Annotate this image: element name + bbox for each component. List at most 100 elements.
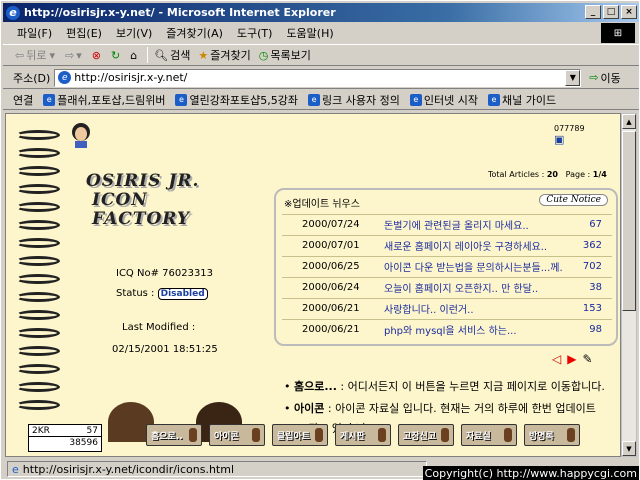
link-item[interactable]: e 링크 사용자 정의 bbox=[308, 92, 400, 108]
spiral-ring bbox=[16, 346, 60, 356]
favorites-button[interactable]: ★ 즐겨찾기 bbox=[198, 47, 250, 63]
character-icon bbox=[378, 428, 386, 442]
menu-view[interactable]: 보기(V) bbox=[116, 25, 152, 41]
search-button[interactable]: 🔍︎ 검색 bbox=[154, 47, 190, 63]
forward-arrow-icon: ⇨ bbox=[65, 48, 75, 62]
history-button[interactable]: ◷ 목록보기 bbox=[259, 47, 311, 63]
go-button[interactable]: ⇨ 이동 bbox=[589, 70, 620, 86]
spiral-ring bbox=[16, 166, 60, 176]
character-icon bbox=[252, 428, 260, 442]
nav-buttons: 홈으로.. 아이콘 클립아트 게시판 고장신고 자료실 방명록 bbox=[146, 424, 587, 446]
link-page-icon: e bbox=[487, 93, 500, 106]
prev-page-icon[interactable]: ◁ bbox=[552, 352, 561, 366]
minimize-button[interactable]: _ bbox=[585, 5, 601, 19]
links-label: 연결 bbox=[13, 93, 34, 107]
scroll-down-button[interactable]: ▼ bbox=[622, 441, 636, 456]
nav-archive-button[interactable]: 자료실 bbox=[461, 424, 517, 446]
news-title-link[interactable]: 오늘이 홈페이지 오픈한지.. 만 한달.. bbox=[384, 280, 572, 295]
address-dropdown-button[interactable]: ▼ bbox=[565, 69, 581, 86]
page-icon: e bbox=[12, 462, 19, 476]
spiral-ring bbox=[16, 256, 60, 266]
nav-guestbook-button[interactable]: 방명록 bbox=[524, 424, 580, 446]
document-icon: ▣ bbox=[554, 133, 565, 146]
home-button[interactable]: ⌂ bbox=[130, 49, 139, 62]
nav-icon-button[interactable]: 아이콘 bbox=[209, 424, 265, 446]
character-icon bbox=[441, 428, 449, 442]
address-input[interactable]: e http://osirisjr.x-y.net/ ▼ bbox=[54, 68, 582, 87]
character-avatar-icon bbox=[72, 123, 90, 148]
spiral-ring bbox=[16, 364, 60, 374]
nav-report-button[interactable]: 고장신고 bbox=[398, 424, 454, 446]
scroll-up-button[interactable]: ▲ bbox=[622, 114, 636, 129]
character-icon bbox=[567, 428, 575, 442]
title-bar: e http://osirisjr.x-y.net/ - Microsoft I… bbox=[3, 3, 639, 22]
spiral-ring bbox=[16, 220, 60, 230]
news-row[interactable]: 2000/07/24 돈벌기에 관련된글 올리지 마세요.. 67 bbox=[282, 214, 612, 234]
toolbar-separator bbox=[147, 47, 149, 63]
spiral-ring bbox=[16, 238, 60, 248]
site-logo: OSIRIS JR. ICON FACTORY bbox=[86, 171, 200, 229]
article-summary: Total Articles : 20 Page : 1/4 bbox=[488, 170, 607, 179]
page-icon: e bbox=[58, 71, 72, 84]
menu-bar: 파일(F) 편집(E) 보기(V) 즐겨찾기(A) 도구(T) 도움말(H) bbox=[3, 23, 639, 43]
history-icon: ◷ bbox=[258, 48, 269, 62]
spiral-ring bbox=[16, 382, 60, 392]
back-button[interactable]: ⇦ 뒤로 ▾ bbox=[15, 47, 57, 63]
link-item[interactable]: e 인터넷 시작 bbox=[409, 92, 478, 108]
favorites-icon: ★ bbox=[198, 48, 209, 62]
news-title-link[interactable]: php와 mysql을 서비스 하는... bbox=[384, 322, 572, 337]
link-item[interactable]: e 열린강좌포토샵5,5강좌 bbox=[175, 92, 298, 108]
address-url: http://osirisjr.x-y.net/ bbox=[74, 71, 188, 84]
status-url: e http://osirisjr.x-y.net/icondir/icons.… bbox=[7, 461, 427, 477]
menu-file[interactable]: 파일(F) bbox=[17, 25, 52, 41]
links-bar: 연결 e 플래쉬,포토샵,드림위버 e 열린강좌포토샵5,5강좌 e 링크 사용자 정… bbox=[3, 90, 639, 110]
menu-edit[interactable]: 편집(E) bbox=[66, 25, 102, 41]
status-line: Status : Disabled bbox=[116, 288, 208, 300]
vertical-scrollbar[interactable]: ▲ ▼ bbox=[621, 113, 637, 457]
home-icon: ⌂ bbox=[130, 48, 138, 62]
menu-favorites[interactable]: 즐겨찾기(A) bbox=[166, 25, 223, 41]
news-row[interactable]: 2000/07/01 새로운 홈페이지 레이아웃 구경하세요.. 362 bbox=[282, 235, 612, 255]
maximize-button[interactable]: □ bbox=[603, 5, 619, 19]
write-icon[interactable]: ✎ bbox=[582, 352, 592, 366]
link-item[interactable]: e 플래쉬,포토샵,드림위버 bbox=[43, 92, 165, 108]
refresh-icon: ↻ bbox=[110, 48, 121, 62]
forward-button[interactable]: ⇨ ▾ bbox=[65, 49, 84, 62]
stop-icon: ⊗ bbox=[91, 48, 101, 62]
news-row[interactable]: 2000/06/24 오늘이 홈페이지 오픈한지.. 만 한달.. 38 bbox=[282, 277, 612, 297]
back-arrow-icon: ⇦ bbox=[15, 48, 25, 62]
link-page-icon: e bbox=[308, 93, 321, 106]
toolbar: ⇦ 뒤로 ▾ ⇨ ▾ ⊗ ↻ ⌂ 🔍︎ 검색 ★ 즐겨찾기 ◷ 목록보기 bbox=[3, 44, 639, 66]
hit-counter: 2KR 57 38596 bbox=[28, 424, 102, 452]
news-row[interactable]: 2000/06/21 사랑합니다.. 이런거.. 153 bbox=[282, 298, 612, 318]
close-button[interactable]: × bbox=[621, 5, 637, 19]
news-title-link[interactable]: 돈벌기에 관련된글 올리지 마세요.. bbox=[384, 217, 572, 232]
link-page-icon: e bbox=[43, 93, 56, 106]
dropdown-icon: ▾ bbox=[49, 48, 55, 62]
menu-help[interactable]: 도움말(H) bbox=[286, 25, 333, 41]
news-title-link[interactable]: 사랑합니다.. 이런거.. bbox=[384, 301, 572, 316]
menu-tools[interactable]: 도구(T) bbox=[237, 25, 273, 41]
ie-logo-icon: e bbox=[6, 5, 20, 20]
news-title-link[interactable]: 새로운 홈페이지 레이아웃 구경하세요.. bbox=[384, 238, 572, 253]
stop-button[interactable]: ⊗ bbox=[92, 49, 103, 62]
nav-clipart-button[interactable]: 클립아트 bbox=[272, 424, 328, 446]
news-row[interactable]: 2000/06/25 아이콘 다운 받는법을 문의하시는분들...께. 702 bbox=[282, 256, 612, 276]
news-title-link[interactable]: 아이콘 다운 받는법을 문의하시는분들...께. bbox=[384, 259, 572, 274]
nav-board-button[interactable]: 게시판 bbox=[335, 424, 391, 446]
nav-home-button[interactable]: 홈으로.. bbox=[146, 424, 202, 446]
spiral-ring bbox=[16, 274, 60, 284]
news-row[interactable]: 2000/06/21 php와 mysql을 서비스 하는... 98 bbox=[282, 319, 612, 339]
notebook-spiral bbox=[6, 114, 66, 456]
link-item[interactable]: e 채널 가이드 bbox=[487, 92, 556, 108]
refresh-button[interactable]: ↻ bbox=[111, 49, 122, 62]
spiral-ring bbox=[16, 130, 60, 140]
scroll-thumb[interactable] bbox=[622, 131, 636, 311]
news-box: ※업데이트 뉘우스 Cute Notice 2000/07/24 돈벌기에 관련된… bbox=[274, 188, 618, 346]
news-header: ※업데이트 뉘우스 bbox=[284, 199, 360, 210]
dropdown-icon: ▾ bbox=[76, 48, 82, 62]
next-page-icon[interactable]: ▶ bbox=[567, 352, 576, 366]
status-badge: Disabled bbox=[157, 288, 208, 300]
cute-notice-badge: Cute Notice bbox=[539, 194, 608, 206]
character-icon bbox=[189, 428, 197, 442]
